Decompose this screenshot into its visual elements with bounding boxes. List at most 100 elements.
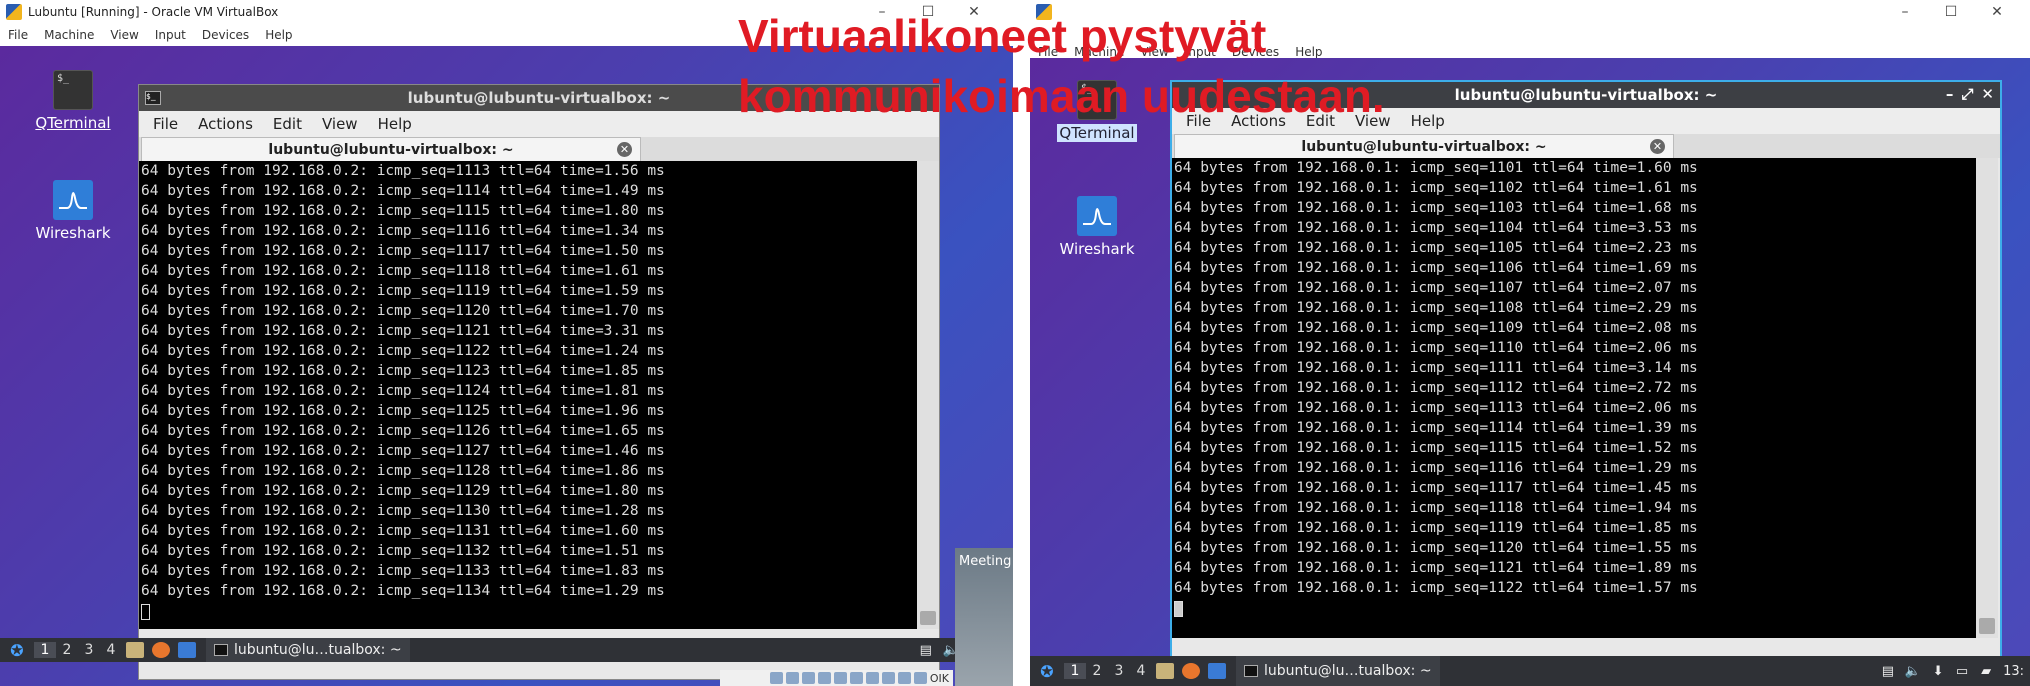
terminal-menubar: File Actions Edit View Help — [1172, 108, 2000, 134]
workspace-1[interactable]: 1 — [1064, 663, 1086, 679]
desktop-icon-label: QTerminal — [35, 114, 111, 132]
meeting-thumbnail[interactable]: Meeting — [955, 548, 1013, 686]
host-menu-file[interactable]: File — [0, 28, 36, 42]
host-menu-input[interactable]: Input — [147, 28, 194, 42]
maximize-button[interactable]: ☐ — [905, 4, 951, 20]
clock[interactable]: 13: — [2003, 664, 2024, 679]
wireshark-icon — [53, 180, 93, 220]
terminal-output[interactable]: 64 bytes from 192.168.0.1: icmp_seq=1101… — [1172, 158, 1976, 638]
recording-icon[interactable] — [881, 672, 895, 684]
desktop-icon-qterminal[interactable]: $_ QTerminal — [28, 70, 118, 132]
network-icon[interactable]: ▭ — [1955, 664, 1969, 679]
minimize-button[interactable]: – — [1882, 4, 1928, 20]
host-menu-machine[interactable]: Machine — [36, 28, 102, 42]
terminal-line: 64 bytes from 192.168.0.2: icmp_seq=1127… — [141, 443, 665, 459]
host-menu-help[interactable]: Help — [1287, 45, 1330, 59]
clipboard-icon[interactable]: ▤ — [919, 643, 933, 658]
menu-file[interactable]: File — [143, 115, 188, 133]
audio-icon[interactable] — [801, 672, 815, 684]
workspace-1[interactable]: 1 — [34, 642, 56, 658]
host-menu-file[interactable]: File — [1030, 45, 1066, 59]
terminal-line: 64 bytes from 192.168.0.1: icmp_seq=1108… — [1174, 300, 1698, 316]
workspace-3[interactable]: 3 — [1108, 663, 1130, 679]
close-tab-icon[interactable]: ✕ — [1650, 139, 1665, 154]
host-menu-help[interactable]: Help — [257, 28, 300, 42]
menu-actions[interactable]: Actions — [1221, 112, 1296, 130]
folder-icon[interactable]: ▰ — [1979, 664, 1993, 679]
host-menu-devices[interactable]: Devices — [194, 28, 257, 42]
host-menu-input[interactable]: Input — [1177, 45, 1224, 59]
host-window-title: Lubuntu [Running] - Oracle VM VirtualBox — [28, 5, 279, 19]
network-adapter-icon[interactable] — [817, 672, 831, 684]
scrollbar[interactable] — [1976, 158, 1998, 638]
volume-icon[interactable]: 🔈 — [1905, 664, 1921, 679]
start-menu-icon[interactable]: ✪ — [6, 641, 28, 660]
desktop-icon-wireshark[interactable]: Wireshark — [28, 180, 118, 242]
minimize-button[interactable]: – — [859, 4, 905, 20]
firefox-icon[interactable] — [1182, 663, 1200, 679]
text-cursor — [1174, 601, 1183, 617]
close-tab-icon[interactable]: ✕ — [617, 142, 632, 157]
maximize-icon[interactable]: ⤢ — [1961, 85, 1973, 103]
terminal-titlebar[interactable]: $_ lubuntu@lubuntu-virtualbox: ~ — [139, 85, 939, 111]
hdd-icon[interactable] — [769, 672, 783, 684]
host-menu-view[interactable]: View — [1132, 45, 1176, 59]
workspace-4[interactable]: 4 — [1130, 663, 1152, 679]
desktop-icon-qterminal[interactable]: $_ QTerminal — [1052, 80, 1142, 142]
host-menu-devices[interactable]: Devices — [1224, 45, 1287, 59]
maximize-button[interactable]: ☐ — [1928, 4, 1974, 20]
scrollbar-thumb[interactable] — [920, 611, 936, 625]
display-icon[interactable] — [865, 672, 879, 684]
task-label: lubuntu@lu…tualbox: ~ — [1264, 663, 1432, 679]
terminal-window[interactable]: lubuntu@lubuntu-virtualbox: ~ – ⤢ ✕ File… — [1170, 80, 2002, 678]
host-menu-machine[interactable]: Machine — [1066, 45, 1132, 59]
terminal-tabbar: lubuntu@lubuntu-virtualbox: ~ ✕ — [1172, 134, 2000, 158]
close-icon[interactable]: ✕ — [1981, 85, 1994, 103]
virtualbox-icon — [1036, 4, 1052, 20]
workspace-4[interactable]: 4 — [100, 642, 122, 658]
close-button[interactable]: ✕ — [1974, 4, 2020, 20]
menu-file[interactable]: File — [1176, 112, 1221, 130]
scrollbar[interactable] — [917, 161, 939, 629]
menu-view[interactable]: View — [1345, 112, 1401, 130]
show-desktop-icon[interactable] — [178, 642, 196, 658]
update-icon[interactable]: ⬇ — [1931, 664, 1945, 679]
show-desktop-icon[interactable] — [1208, 663, 1226, 679]
terminal-window[interactable]: $_ lubuntu@lubuntu-virtualbox: ~ File Ac… — [138, 84, 940, 680]
clipboard-icon[interactable]: ▤ — [1881, 664, 1895, 679]
minimize-icon[interactable]: – — [1946, 85, 1954, 103]
taskbar-task-terminal[interactable]: lubuntu@lu…tualbox: ~ — [1236, 656, 1440, 686]
menu-actions[interactable]: Actions — [188, 115, 263, 133]
terminal-line: 64 bytes from 192.168.0.1: icmp_seq=1106… — [1174, 260, 1698, 276]
firefox-icon[interactable] — [152, 642, 170, 658]
workspace-3[interactable]: 3 — [78, 642, 100, 658]
start-menu-icon[interactable]: ✪ — [1036, 662, 1058, 681]
host-menubar: File Machine View Input Devices Help — [0, 24, 1013, 46]
scrollbar-thumb[interactable] — [1979, 618, 1995, 634]
mouse-integration-icon[interactable] — [913, 672, 927, 684]
menu-help[interactable]: Help — [1401, 112, 1455, 130]
menu-edit[interactable]: Edit — [1296, 112, 1345, 130]
terminal-line: 64 bytes from 192.168.0.2: icmp_seq=1122… — [141, 343, 665, 359]
taskbar-task-terminal[interactable]: lubuntu@lu…tualbox: ~ — [206, 638, 410, 662]
terminal-line: 64 bytes from 192.168.0.1: icmp_seq=1120… — [1174, 540, 1698, 556]
workspace-2[interactable]: 2 — [1086, 663, 1108, 679]
terminal-titlebar[interactable]: lubuntu@lubuntu-virtualbox: ~ – ⤢ ✕ — [1172, 82, 2000, 108]
terminal-line: 64 bytes from 192.168.0.1: icmp_seq=1109… — [1174, 320, 1698, 336]
menu-edit[interactable]: Edit — [263, 115, 312, 133]
cpu-icon[interactable] — [897, 672, 911, 684]
file-manager-icon[interactable] — [1156, 663, 1174, 679]
usb-icon[interactable] — [833, 672, 847, 684]
menu-view[interactable]: View — [312, 115, 368, 133]
terminal-output[interactable]: 64 bytes from 192.168.0.2: icmp_seq=1113… — [139, 161, 917, 629]
terminal-tab[interactable]: lubuntu@lubuntu-virtualbox: ~ ✕ — [141, 137, 641, 161]
close-button[interactable]: ✕ — [951, 4, 997, 20]
terminal-tab[interactable]: lubuntu@lubuntu-virtualbox: ~ ✕ — [1174, 134, 1674, 158]
desktop-icon-wireshark[interactable]: Wireshark — [1052, 196, 1142, 258]
shared-folder-icon[interactable] — [849, 672, 863, 684]
file-manager-icon[interactable] — [126, 642, 144, 658]
optical-drive-icon[interactable] — [785, 672, 799, 684]
menu-help[interactable]: Help — [368, 115, 422, 133]
workspace-2[interactable]: 2 — [56, 642, 78, 658]
host-menu-view[interactable]: View — [102, 28, 146, 42]
